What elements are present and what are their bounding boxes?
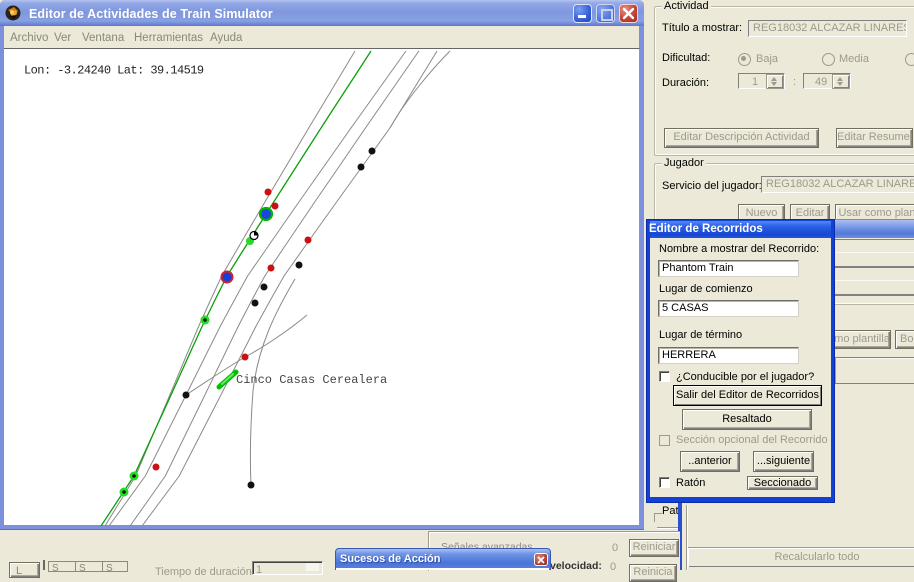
svg-text:Cinco Casas Cerealera: Cinco Casas Cerealera — [236, 373, 387, 387]
svg-text:Lon: -3.24240 Lat: 39.14519: Lon: -3.24240 Lat: 39.14519 — [24, 64, 204, 78]
